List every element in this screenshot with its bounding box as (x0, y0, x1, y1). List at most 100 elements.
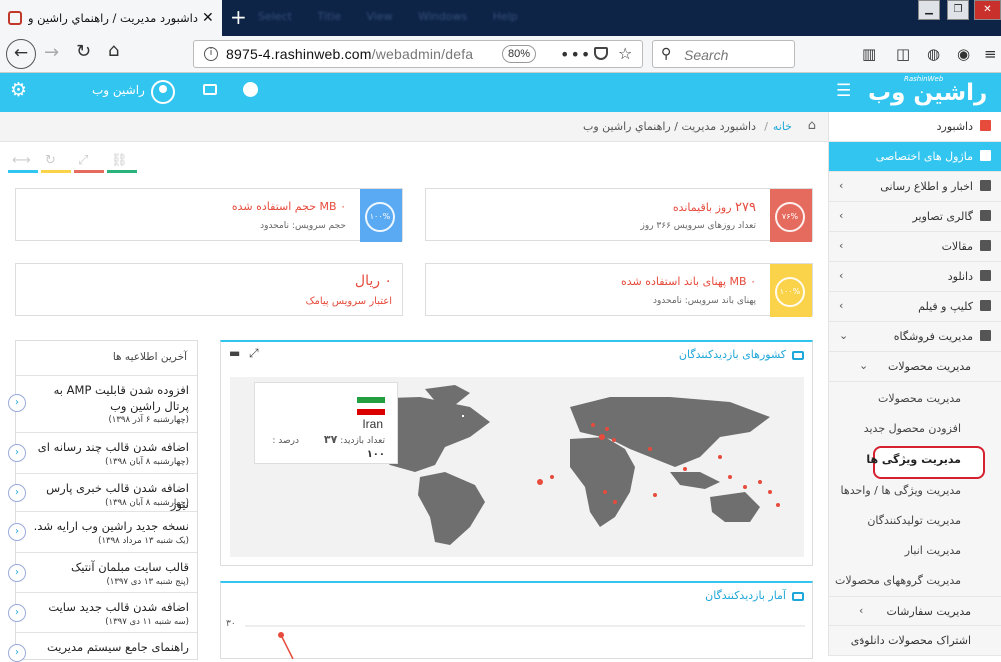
film-icon (980, 300, 991, 311)
sidebar-item-download[interactable]: دانلود › (829, 262, 1001, 292)
chevron-left-icon: › (839, 209, 844, 222)
sidebar-item-downloads[interactable]: اشتراک محصولات دانلودی › (829, 626, 1001, 656)
expand-icon[interactable]: ⟷ (8, 153, 38, 173)
gear-icon[interactable]: ⚙ (10, 79, 27, 101)
home-icon[interactable]: ⌂ (108, 40, 119, 61)
chevron-down-icon: ⌄ (839, 329, 849, 342)
refresh-icon[interactable]: ↻ (41, 153, 71, 173)
info-icon[interactable]: i (204, 47, 218, 61)
sidebar-item-gallery[interactable]: گالری تصاویر › (829, 202, 1001, 232)
bandwidth-title: ۰ MB پهنای باند استفاده شده (620, 275, 756, 288)
sidebar-item-video[interactable]: کلیپ و فیلم › (829, 292, 1001, 322)
home-icon[interactable]: ⌂ (808, 118, 816, 133)
back-button[interactable]: ← (6, 39, 36, 69)
panel-icon (792, 591, 804, 601)
cart-icon (980, 330, 991, 341)
bandwidth-sub: پهنای باند سرویس: نامحدود (652, 296, 756, 306)
chevron-left-icon[interactable]: ‹ (8, 394, 26, 412)
hamburger-icon[interactable]: ☰ (836, 81, 851, 101)
chevron-left-icon[interactable]: ‹ (8, 484, 26, 502)
chevron-left-icon[interactable]: ‹ (8, 564, 26, 582)
sidebar-sub-products[interactable]: مدیریت محصولات (878, 392, 961, 405)
sidebar-sub-add-product[interactable]: افزودن محصول جدید (864, 422, 961, 435)
pocket-icon[interactable] (594, 47, 608, 60)
visitor-stats-panel: آمار بازدیدکنندگان ۳۰ (220, 581, 813, 659)
sidebar-sub-attributes[interactable]: مدیریت ویژگی ها (866, 453, 961, 466)
chevron-left-icon[interactable]: ‹ (8, 444, 26, 462)
menu-icon[interactable]: ≡ (984, 45, 997, 63)
chevron-left-icon: › (839, 179, 844, 192)
bandwidth-card: ۱۰۰% ۰ MB پهنای باند استفاده شده پهنای ب… (425, 263, 813, 317)
library-icon[interactable]: ▥ (862, 45, 876, 63)
country-name: Iran (362, 417, 383, 431)
username[interactable]: راشین وب (92, 83, 145, 97)
fullscreen-icon[interactable]: ⤢ (74, 153, 104, 173)
sidebar-sub-product-groups[interactable]: مدیریت گروههای محصولات (835, 574, 961, 587)
sms-label: اعتبار سرویس پیامک (305, 296, 392, 307)
disk-card: ۱۰۰% ۰ MB حجم استفاده شده حجم سرویس: نام… (15, 188, 403, 242)
expand-panel-icon[interactable]: ⤢ (249, 346, 259, 361)
menu-bar: Select Title View Windows Help (258, 10, 518, 23)
sidebar-item-articles[interactable]: مقالات › (829, 232, 1001, 262)
collapse-icon[interactable]: ▬ (229, 346, 240, 360)
page-actions-icon[interactable]: ••• (560, 45, 591, 64)
minimize-button[interactable]: ▁ (918, 0, 940, 20)
iran-flag-icon (357, 397, 385, 415)
sidebar-item-shop[interactable]: مدیریت فروشگاه ⌄ (829, 322, 1001, 352)
breadcrumb-home-link[interactable]: خانه (773, 120, 792, 133)
close-window-button[interactable]: ✕ (974, 0, 1001, 20)
sidebar-item-dashboard[interactable]: داشبورد (829, 112, 1001, 142)
sidebar-item-news[interactable]: اخبار و اطلاع رسانی › (829, 172, 1001, 202)
download-icon (980, 270, 991, 281)
user-avatar-icon[interactable] (151, 80, 175, 104)
notices-title: آخرین اطلاعیه ها (112, 351, 187, 363)
sms-value: ۰ ریال (354, 273, 392, 289)
chevron-left-icon[interactable]: ‹ (8, 523, 26, 541)
bandwidth-percent: ۱۰۰% (775, 277, 805, 307)
sidebar-icon[interactable]: ◫ (896, 45, 910, 63)
notice-item[interactable]: راهنمای جامع سیستم مدیریت ‹ (8, 632, 197, 662)
breadcrumb-separator: / (764, 120, 768, 133)
new-tab-button[interactable]: + (230, 6, 247, 28)
days-percent: ۷۶% (775, 202, 805, 232)
notice-item[interactable]: اضافه شدن قالب خبری پارس نیوز (چهارشنبه … (8, 473, 197, 511)
zoom-level[interactable]: 80% (502, 45, 536, 63)
chevron-left-icon[interactable]: ‹ (8, 644, 26, 662)
browser-tab[interactable]: داشبورد مدیریت / راهنماي راشين وب ✕ (0, 0, 222, 36)
sidebar-sub-inventory[interactable]: مدیریت انبار (905, 544, 961, 557)
sidebar: داشبورد ماژول های اختصاصی اخبار و اطلاع … (828, 112, 1001, 656)
disk-sub: حجم سرویس: نامحدود (260, 221, 346, 231)
sidebar-sub-manufacturers[interactable]: مدیریت تولیدکنندگان (867, 514, 961, 527)
sidebar-item-modules[interactable]: ماژول های اختصاصی (829, 142, 1001, 172)
disk-card-accent: ۱۰۰% (360, 189, 402, 242)
notice-item[interactable]: نسخه جدید راشین وب ارایه شد. (یک شنبه ۱۳… (8, 511, 197, 552)
close-tab-icon[interactable]: ✕ (202, 10, 214, 26)
account-icon[interactable]: ◉ (957, 45, 970, 63)
sidebar-item-products-group[interactable]: مدیریت محصولات ⌄ (829, 352, 1001, 382)
globe-icon[interactable] (243, 82, 258, 97)
breadcrumb: ⌂ خانه / داشبورد مدیریت / راهنماي راشين … (0, 112, 828, 142)
url-text: 8975-4.rashinweb.com/webadmin/defa (226, 46, 474, 62)
notice-item[interactable]: اضافه شدن قالب چند رسانه ای (چهارشنبه ۸ … (8, 432, 197, 473)
bookmark-star-icon[interactable]: ☆ (618, 44, 632, 63)
days-title: ۲۷۹ روز باقیمانده (672, 200, 756, 215)
sidebar-sub-attribute-units[interactable]: مدیریت ویژگی ها / واحدها (841, 484, 961, 497)
sidebar-item-orders[interactable]: مدیریت سفارشات › (829, 596, 1001, 626)
globe-icon[interactable]: ◍ (927, 45, 940, 63)
browser-toolbar: ← → ↻ ⌂ i 8975-4.rashinweb.com/webadmin/… (0, 36, 1001, 73)
reload-button[interactable]: ↻ (76, 41, 91, 62)
notice-item[interactable]: اضافه شدن قالب جدید سایت (سه شنبه ۱۱ دی … (8, 592, 197, 632)
notice-item[interactable]: قالب سایت مبلمان آنتیک (پنج شنبه ۱۳ دی ۱… (8, 552, 197, 592)
address-bar[interactable]: i 8975-4.rashinweb.com/webadmin/defa 80%… (193, 40, 643, 68)
forward-button[interactable]: → (44, 42, 59, 63)
link-icon[interactable]: ⛓ (107, 153, 137, 173)
inbox-icon[interactable] (203, 84, 217, 95)
site-logo[interactable]: RashinWeb راشین وب (868, 75, 987, 111)
notice-item[interactable]: افزوده شدن قابلیت AMP به پرتال راشین وب … (8, 375, 197, 432)
chevron-left-icon[interactable]: ‹ (8, 604, 26, 622)
maximize-button[interactable]: ❐ (947, 0, 969, 20)
disk-title: ۰ MB حجم استفاده شده (231, 200, 346, 213)
search-box[interactable]: ⚲ Search (652, 40, 795, 68)
bandwidth-card-accent: ۱۰۰% (770, 264, 812, 317)
breadcrumb-current: داشبورد مدیریت / راهنماي راشين وب (583, 120, 756, 133)
